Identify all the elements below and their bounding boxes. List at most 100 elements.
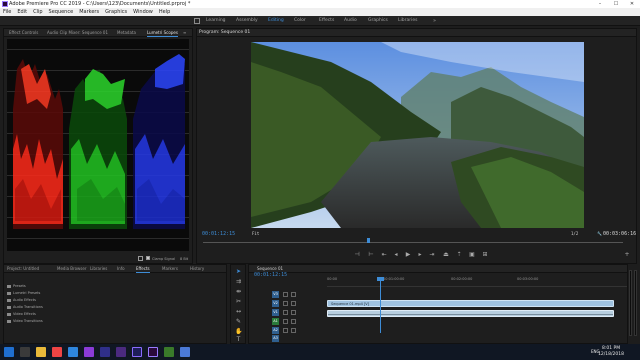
tab-effect-controls[interactable]: Effect Controls [9, 29, 38, 37]
eye-icon[interactable] [291, 292, 296, 297]
menu-edit[interactable]: Edit [17, 8, 27, 16]
type-tool-icon[interactable]: T [235, 336, 242, 343]
lock-icon[interactable] [283, 301, 288, 306]
sequence-tab[interactable]: Sequence 01 [257, 265, 283, 272]
track-label-v2[interactable]: V2 [272, 300, 279, 307]
maximize-button[interactable]: ☐ [608, 0, 624, 8]
tab-libraries[interactable]: Libraries [90, 265, 107, 273]
lock-icon[interactable] [283, 328, 288, 333]
tab-metadata[interactable]: Metadata [117, 29, 136, 37]
tab-lumetri-scopes[interactable]: Lumetri Scopes [147, 29, 178, 37]
close-button[interactable]: ✕ [624, 0, 640, 8]
workspace-editing[interactable]: Editing [268, 16, 284, 26]
lift-icon[interactable]: ⏏ [443, 252, 449, 258]
extract-icon[interactable]: ⇡ [456, 252, 462, 258]
step-back-icon[interactable]: ◂ [393, 252, 399, 258]
timeline-playhead[interactable] [380, 277, 381, 333]
hand-tool-icon[interactable]: ✋ [235, 328, 242, 335]
tab-markers[interactable]: Markers [162, 265, 178, 273]
wrench-icon[interactable] [138, 256, 143, 261]
app-icon[interactable] [164, 347, 174, 357]
menu-window[interactable]: Window [133, 8, 153, 16]
selection-tool-icon[interactable]: ➤ [235, 268, 242, 275]
taskbar-clock[interactable]: 8:01 PM 12/18/2018 [598, 346, 624, 358]
lock-icon[interactable] [283, 292, 288, 297]
fit-dropdown[interactable]: Fit [252, 231, 259, 236]
tab-effects[interactable]: Effects [136, 265, 150, 273]
effects-item-video-effects[interactable]: Video Effects [13, 312, 36, 317]
effects-item-lumetri-presets[interactable]: Lumetri Presets [13, 291, 40, 296]
davinci-icon[interactable] [100, 347, 110, 357]
menu-graphics[interactable]: Graphics [105, 8, 127, 16]
effects-item-audio-transitions[interactable]: Audio Transitions [13, 305, 43, 310]
effects-item-video-transitions[interactable]: Video Transitions [13, 319, 43, 324]
workspace-color[interactable]: Color [294, 16, 306, 26]
track-label-a1[interactable]: A1 [272, 318, 279, 325]
program-scrub-bar[interactable] [203, 242, 623, 243]
program-video-frame[interactable] [251, 42, 584, 228]
track-label-v3[interactable]: V3 [272, 291, 279, 298]
tab-history[interactable]: History [190, 265, 204, 273]
add-button-icon[interactable]: + [624, 252, 630, 258]
eye-icon[interactable] [291, 310, 296, 315]
mute-icon[interactable] [291, 319, 296, 324]
app-icon[interactable] [180, 347, 190, 357]
menu-file[interactable]: File [3, 8, 11, 16]
play-icon[interactable]: ▶ [405, 252, 411, 258]
panel-menu-icon[interactable]: ≡ [183, 29, 186, 37]
program-playhead[interactable] [367, 238, 370, 243]
start-icon[interactable] [4, 347, 14, 357]
go-to-in-icon[interactable]: ⇤ [381, 252, 387, 258]
export-frame-icon[interactable]: ▣ [469, 252, 475, 258]
tab-project[interactable]: Project: Untitled [7, 265, 39, 273]
wrench-settings-icon[interactable]: 🔧 [597, 231, 602, 236]
edge-icon[interactable] [68, 347, 78, 357]
track-select-tool-icon[interactable]: ⇉ [235, 278, 242, 285]
ripple-edit-tool-icon[interactable]: ⇹ [235, 288, 242, 295]
go-to-out-icon[interactable]: ⇥ [429, 252, 435, 258]
menu-help[interactable]: Help [159, 8, 170, 16]
slip-tool-icon[interactable]: ↔ [235, 308, 242, 315]
workspace-effects[interactable]: Effects [319, 16, 334, 26]
resolution-dropdown[interactable]: 1/2 [571, 231, 578, 236]
onenote-icon[interactable] [84, 347, 94, 357]
mark-out-icon[interactable]: ⊢ [368, 252, 374, 258]
media-encoder-icon[interactable] [132, 347, 142, 357]
task-view-icon[interactable] [20, 347, 30, 357]
program-monitor-title[interactable]: Program: Sequence 01 [199, 29, 250, 37]
menu-sequence[interactable]: Sequence [49, 8, 74, 16]
video-clip[interactable]: Sequence 01.mp4 [V] [327, 300, 614, 307]
minimize-button[interactable]: – [592, 0, 608, 8]
timeline-ruler[interactable]: 00:00 00:01:00:00 00:02:00:00 00:03:00:0… [327, 277, 627, 287]
file-explorer-icon[interactable] [36, 347, 46, 357]
mute-icon[interactable] [291, 328, 296, 333]
workspace-assembly[interactable]: Assembly [236, 16, 258, 26]
lock-icon[interactable] [283, 319, 288, 324]
home-icon[interactable] [194, 18, 200, 24]
clamp-signal-checkbox[interactable] [146, 256, 150, 260]
timeline-timecode[interactable]: 00:01:12:15 [254, 272, 287, 278]
workspace-graphics[interactable]: Graphics [368, 16, 388, 26]
track-label-v1[interactable]: V1 [272, 309, 279, 316]
menu-markers[interactable]: Markers [79, 8, 99, 16]
effects-item-audio-effects[interactable]: Audio Effects [13, 298, 36, 303]
lock-icon[interactable] [283, 310, 288, 315]
chrome-icon[interactable] [52, 347, 62, 357]
program-timecode[interactable]: 00:01:12:15 [202, 231, 235, 237]
workspace-libraries[interactable]: Libraries [398, 16, 417, 26]
comparison-view-icon[interactable]: ⊞ [482, 252, 488, 258]
track-label-a3[interactable]: A3 [272, 335, 279, 342]
visual-studio-icon[interactable] [116, 347, 126, 357]
razor-tool-icon[interactable]: ✂ [235, 298, 242, 305]
audio-clip[interactable] [327, 310, 614, 317]
tab-info[interactable]: Info [117, 265, 125, 273]
eye-icon[interactable] [291, 301, 296, 306]
tab-media-browser[interactable]: Media Browser [57, 265, 87, 273]
workspace-audio[interactable]: Audio [344, 16, 357, 26]
tab-audio-clip-mixer[interactable]: Audio Clip Mixer: Sequence 01 [47, 29, 108, 37]
mark-in-icon[interactable]: ⊣ [354, 252, 360, 258]
effects-item-presets[interactable]: Presets [13, 284, 26, 289]
workspace-more-button[interactable]: » [433, 16, 436, 26]
workspace-learning[interactable]: Learning [206, 16, 226, 26]
track-label-a2[interactable]: A2 [272, 327, 279, 334]
